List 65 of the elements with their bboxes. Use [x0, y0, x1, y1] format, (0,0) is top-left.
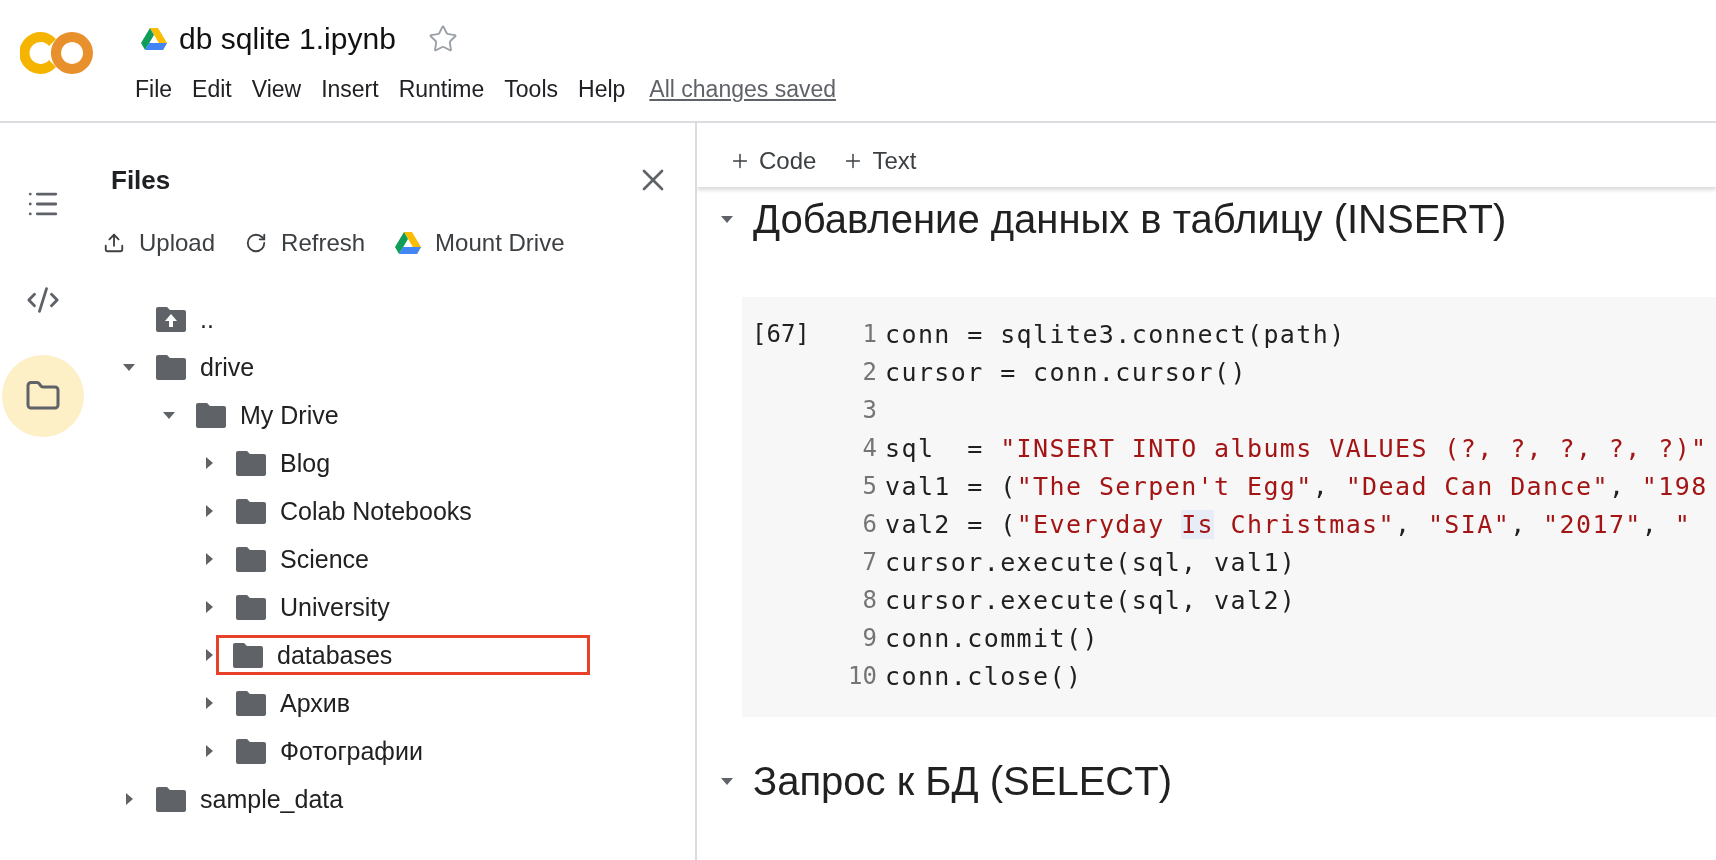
menu-item[interactable]: Edit — [182, 72, 242, 107]
menu-item[interactable]: Tools — [494, 72, 569, 107]
folder-icon — [236, 690, 266, 716]
code-line: val2 = ("Everyday Is Christmas", "SIA", "2017", " — [885, 509, 1692, 539]
file-tree-item[interactable]: University — [280, 592, 390, 622]
line-number: 6 — [861, 510, 878, 538]
folder-icon — [156, 354, 186, 380]
add-cell-button[interactable]: Text — [842, 147, 917, 175]
line-number: 10 — [847, 662, 878, 690]
line-number: 5 — [861, 472, 878, 500]
file-tree-item[interactable]: sample_data — [200, 784, 344, 814]
folder-icon — [236, 594, 266, 620]
file-tree-item[interactable]: Фотографии — [280, 736, 423, 766]
folder-icon — [233, 642, 263, 668]
action-button[interactable]: Upload — [103, 225, 216, 261]
file-tree-item[interactable]: .. — [200, 304, 214, 334]
file-tree-item[interactable]: Архив — [280, 688, 351, 718]
line-number: 4 — [861, 434, 878, 462]
file-tree-item[interactable]: databases — [277, 640, 393, 670]
file-tree-item[interactable]: Blog — [280, 448, 331, 478]
line-number: 2 — [861, 358, 878, 386]
menu-item[interactable]: View — [241, 72, 312, 107]
line-number: 8 — [861, 586, 878, 614]
drive-icon — [141, 28, 167, 50]
notebook-title[interactable]: db sqlite 1.ipynb — [179, 22, 396, 56]
add-cell-button[interactable]: Code — [729, 147, 817, 175]
folder-icon — [196, 402, 226, 428]
code-line: cursor = conn.cursor() — [885, 357, 1247, 387]
parent-folder-icon — [156, 306, 186, 332]
line-number: 3 — [861, 396, 878, 424]
menu-item[interactable]: Help — [568, 72, 636, 107]
panel-title: Files — [111, 164, 171, 196]
star-icon[interactable] — [427, 24, 458, 54]
section-heading: Запрос к БД (SELECT) — [753, 758, 1172, 804]
action-button[interactable]: Mount Drive — [395, 225, 565, 261]
file-tree-item[interactable]: My Drive — [240, 400, 339, 430]
line-number: 7 — [861, 548, 878, 576]
drive-icon — [395, 232, 422, 254]
file-tree-item[interactable]: Science — [280, 544, 369, 574]
folder-icon — [236, 450, 266, 476]
file-tree-item[interactable]: drive — [200, 352, 255, 382]
code-cell[interactable] — [742, 297, 1716, 717]
upload-icon — [103, 232, 125, 254]
code-line: conn = sqlite3.connect(path) — [885, 319, 1346, 349]
folder-icon — [156, 786, 186, 812]
folder-icon — [236, 546, 266, 572]
save-status-link[interactable]: All changes saved — [649, 76, 837, 103]
refresh-icon — [245, 232, 268, 254]
line-number: 9 — [861, 624, 878, 652]
file-tree-item[interactable]: Colab Notebooks — [280, 496, 472, 526]
menu-item[interactable]: File — [125, 72, 183, 107]
code-line: cursor.execute(sql, val2) — [885, 585, 1297, 615]
action-button[interactable]: Refresh — [245, 225, 366, 261]
folder-icon — [236, 738, 266, 764]
line-number: 1 — [861, 320, 878, 348]
menu-item[interactable]: Runtime — [388, 72, 495, 107]
menu-item[interactable]: Insert — [311, 72, 389, 107]
code-line: val1 = ("The Serpen't Egg", "Dead Can Dance", "198 — [885, 471, 1708, 501]
section-heading: Добавление данных в таблицу (INSERT) — [753, 196, 1507, 242]
code-line: sql = "INSERT INTO albums VALUES (?, ?, ?, ?, ?)" — [885, 433, 1708, 463]
execution-count: [67] — [751, 319, 811, 350]
code-line: conn.close() — [885, 661, 1083, 691]
code-line: conn.commit() — [885, 623, 1099, 653]
code-line: cursor.execute(sql, val1) — [885, 547, 1297, 577]
folder-icon — [236, 498, 266, 524]
